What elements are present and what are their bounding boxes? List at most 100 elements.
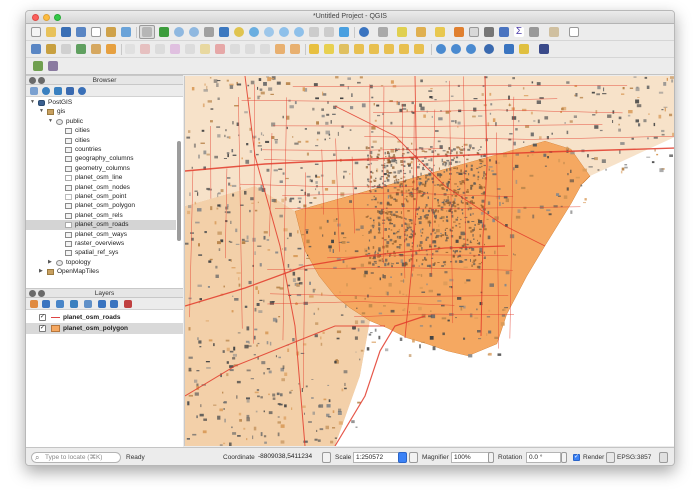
browser-scrollbar[interactable] bbox=[177, 141, 181, 241]
browser-tree-item[interactable]: planet_osm_roads bbox=[26, 220, 176, 230]
select-by-value-icon[interactable] bbox=[416, 27, 426, 37]
browser-tree-item[interactable]: planet_osm_point bbox=[26, 192, 176, 201]
collapse-all-layers-icon[interactable] bbox=[110, 300, 118, 308]
magnifier-stepper[interactable] bbox=[488, 452, 494, 463]
coordinate-field[interactable]: -8809038,5411234 bbox=[256, 452, 321, 463]
filter-legend-icon[interactable] bbox=[70, 300, 78, 308]
manage-visibility-icon[interactable] bbox=[56, 300, 64, 308]
vertex-tool-icon[interactable] bbox=[185, 44, 195, 54]
browser-tree-item[interactable]: cities bbox=[26, 136, 176, 145]
refresh-browser-icon[interactable] bbox=[42, 87, 50, 95]
layer-item[interactable]: ✓ planet_osm_roads bbox=[26, 312, 183, 323]
zoom-out-icon[interactable] bbox=[189, 27, 199, 37]
data-source-manager-icon[interactable] bbox=[31, 44, 41, 54]
change-label-icon[interactable] bbox=[399, 44, 409, 54]
crs-icon[interactable] bbox=[606, 452, 615, 463]
new-temp-layer-icon[interactable] bbox=[91, 44, 101, 54]
plugin-icon[interactable] bbox=[539, 44, 549, 54]
float-layers-panel-button[interactable] bbox=[38, 290, 45, 297]
zoom-native-icon[interactable] bbox=[264, 27, 274, 37]
pan-icon[interactable] bbox=[142, 27, 152, 37]
layout-manager-icon[interactable] bbox=[106, 27, 116, 37]
label-tools-icon[interactable] bbox=[414, 44, 424, 54]
layer-item[interactable]: ✓ planet_osm_polygon bbox=[26, 323, 183, 334]
float-panel-button[interactable] bbox=[38, 77, 45, 84]
zoom-full-icon[interactable] bbox=[219, 27, 229, 37]
scale-dropdown-button[interactable] bbox=[398, 452, 407, 463]
map-render[interactable] bbox=[185, 76, 675, 446]
pan-to-selection-icon[interactable] bbox=[159, 27, 169, 37]
measure-icon[interactable] bbox=[529, 27, 539, 37]
pin-labels-icon[interactable] bbox=[339, 44, 349, 54]
toggle-extents-button[interactable] bbox=[322, 452, 331, 463]
browser-tree-item[interactable]: geometry_columns bbox=[26, 164, 176, 173]
zoom-to-layer-icon[interactable] bbox=[249, 27, 259, 37]
current-edits-icon[interactable] bbox=[125, 44, 135, 54]
chevron-right-icon[interactable]: ▶ bbox=[39, 267, 45, 276]
cut-features-icon[interactable] bbox=[230, 44, 240, 54]
browser-tree-item[interactable]: ▶ topology bbox=[26, 258, 176, 267]
zoom-to-selection-icon[interactable] bbox=[234, 27, 244, 37]
close-panel-button[interactable] bbox=[29, 77, 36, 84]
attribute-table-icon[interactable] bbox=[454, 27, 464, 37]
new-3d-view-icon[interactable] bbox=[324, 27, 334, 37]
add-selected-layers-icon[interactable] bbox=[30, 87, 38, 95]
add-group-icon[interactable] bbox=[42, 300, 50, 308]
lock-scale-icon[interactable] bbox=[409, 452, 418, 463]
identify-icon[interactable] bbox=[359, 27, 369, 37]
delete-selected-icon[interactable] bbox=[215, 44, 225, 54]
gear-icon[interactable] bbox=[499, 27, 509, 37]
zoom-rubberband-icon[interactable] bbox=[204, 27, 214, 37]
grass-icon[interactable] bbox=[484, 44, 494, 54]
new-map-view-icon[interactable] bbox=[309, 27, 319, 37]
select-features-icon[interactable] bbox=[397, 27, 407, 37]
filter-browser-icon[interactable] bbox=[54, 87, 62, 95]
locator-search-input[interactable]: ⌕ Type to locate (⌘K) bbox=[31, 452, 121, 463]
browser-tree-item[interactable]: planet_osm_polygon bbox=[26, 201, 176, 210]
zoom-last-icon[interactable] bbox=[279, 27, 289, 37]
browser-tree-item[interactable]: planet_osm_line bbox=[26, 173, 176, 182]
toggle-editing-icon[interactable] bbox=[140, 44, 150, 54]
grass-tools-icon[interactable] bbox=[33, 61, 43, 71]
digitizing-extra-icon[interactable] bbox=[48, 61, 58, 71]
crs-label[interactable]: EPSG:3857 bbox=[617, 454, 651, 461]
sum-icon[interactable]: Σ bbox=[514, 27, 524, 37]
move-feature-icon[interactable] bbox=[200, 44, 210, 54]
label-icon[interactable] bbox=[309, 44, 319, 54]
new-shapefile-icon[interactable] bbox=[61, 44, 71, 54]
statistics-icon[interactable] bbox=[469, 27, 479, 37]
browser-tree-item[interactable]: spatial_ref_sys bbox=[26, 248, 176, 257]
rotation-stepper[interactable] bbox=[561, 452, 567, 463]
open-project-icon[interactable] bbox=[46, 27, 56, 37]
action-icon[interactable] bbox=[378, 27, 388, 37]
python-console-icon[interactable] bbox=[519, 44, 529, 54]
processing-toolbox-icon[interactable] bbox=[484, 27, 494, 37]
chevron-right-icon[interactable]: ▶ bbox=[48, 258, 54, 267]
zoom-next-icon[interactable] bbox=[294, 27, 304, 37]
close-layers-panel-button[interactable] bbox=[29, 290, 36, 297]
paste-features-icon[interactable] bbox=[260, 44, 270, 54]
browser-tree-item[interactable]: ▼ public bbox=[26, 117, 176, 126]
render-checkbox[interactable]: ✓ bbox=[573, 454, 580, 461]
filter-by-expression-icon[interactable] bbox=[84, 300, 92, 308]
save-as-icon[interactable] bbox=[76, 27, 86, 37]
scale-combobox[interactable]: 1:250572 bbox=[353, 452, 403, 463]
add-feature-icon[interactable] bbox=[170, 44, 180, 54]
new-geopackage-icon[interactable] bbox=[46, 44, 56, 54]
text-annotation-icon[interactable] bbox=[569, 27, 579, 37]
layer-visibility-checkbox[interactable]: ✓ bbox=[39, 325, 46, 332]
new-spatialite-icon[interactable] bbox=[76, 44, 86, 54]
wcs-icon[interactable] bbox=[466, 44, 476, 54]
redo-icon[interactable] bbox=[290, 44, 300, 54]
zoom-in-icon[interactable] bbox=[174, 27, 184, 37]
diagram-icon[interactable] bbox=[324, 44, 334, 54]
browser-tree-item[interactable]: ▼ gis bbox=[26, 107, 176, 116]
chevron-down-icon[interactable]: ▼ bbox=[39, 107, 45, 116]
style-manager-icon[interactable] bbox=[121, 27, 131, 37]
move-label-icon[interactable] bbox=[369, 44, 379, 54]
browser-tree-item[interactable]: geography_columns bbox=[26, 154, 176, 163]
chevron-down-icon[interactable]: ▼ bbox=[30, 98, 36, 107]
save-edits-icon[interactable] bbox=[155, 44, 165, 54]
collapse-all-icon[interactable] bbox=[66, 87, 74, 95]
browser-tree-item[interactable]: planet_osm_rels bbox=[26, 211, 176, 220]
